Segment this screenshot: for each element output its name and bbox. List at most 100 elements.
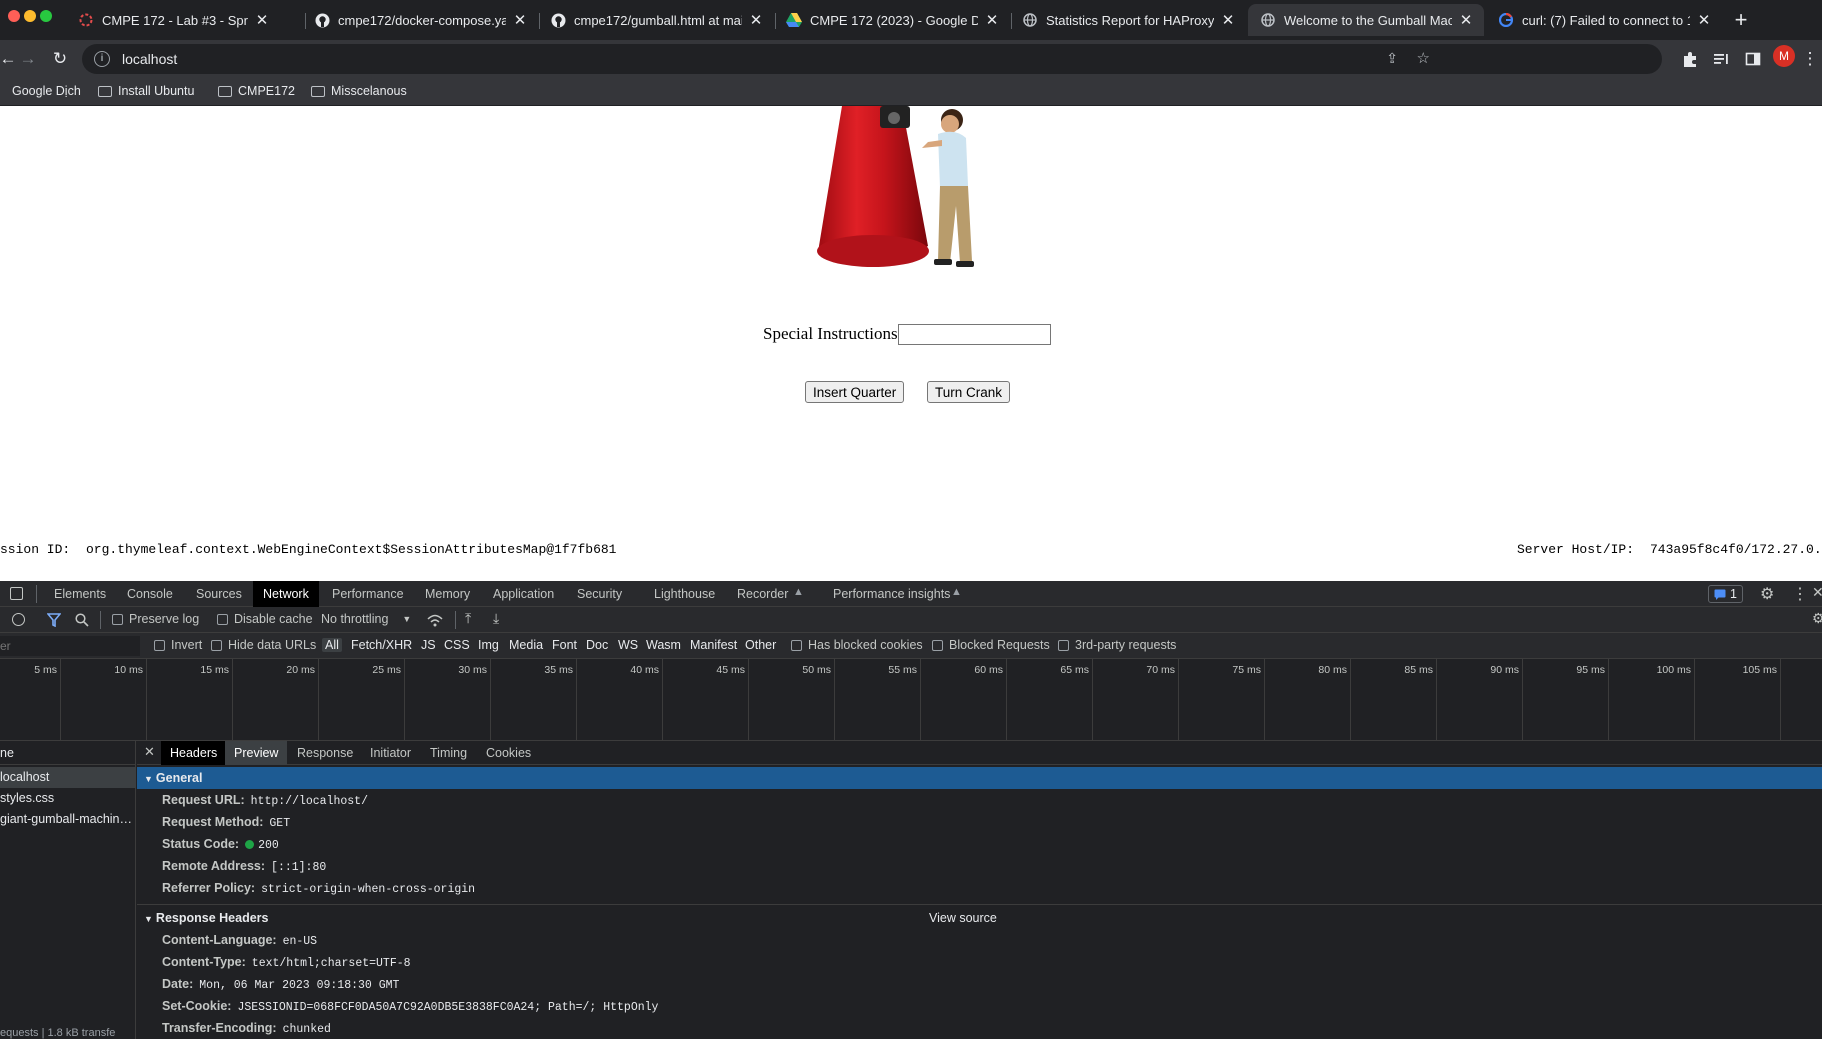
reload-button[interactable]: ↻ [46, 45, 74, 73]
filter-input[interactable] [0, 636, 140, 656]
close-window-button[interactable] [8, 10, 20, 22]
search-icon[interactable] [75, 613, 89, 627]
close-icon[interactable]: ✕ [748, 11, 764, 29]
turn-crank-button[interactable]: Turn Crank [927, 381, 1011, 403]
panel-sources[interactable]: Sources [196, 581, 242, 607]
hide-data-urls-checkbox[interactable]: Hide data URLs [211, 638, 316, 652]
bookmark-star-icon[interactable]: ☆ [1417, 49, 1430, 67]
invert-checkbox[interactable]: Invert [154, 638, 202, 652]
new-tab-button[interactable]: + [1727, 6, 1755, 34]
clear-icon[interactable] [12, 613, 25, 626]
filter-type-fetch-xhr[interactable]: Fetch/XHR [351, 638, 412, 652]
filter-type-wasm[interactable]: Wasm [646, 638, 681, 652]
filter-type-js[interactable]: JS [421, 638, 436, 652]
panel-performance-insights[interactable]: Performance insights [833, 581, 950, 607]
general-section-header[interactable]: ▼ General [137, 767, 1822, 789]
tab-lab3[interactable]: CMPE 172 - Lab #3 - Spring G ✕ [66, 4, 280, 36]
network-overview-timeline[interactable]: 5 ms 10 ms 15 ms 20 ms 25 ms 30 ms 35 ms 40 ms 4… [0, 659, 1822, 741]
filter-type-manifest[interactable]: Manifest [690, 638, 737, 652]
panel-elements[interactable]: Elements [54, 581, 106, 607]
filter-type-media[interactable]: Media [509, 638, 543, 652]
network-conditions-icon[interactable] [427, 613, 443, 627]
disable-cache-checkbox[interactable]: Disable cache [217, 612, 313, 626]
browser-menu-button[interactable]: ⋮ [1796, 45, 1822, 73]
filter-type-img[interactable]: Img [478, 638, 499, 652]
third-party-requests-checkbox[interactable]: 3rd-party requests [1058, 638, 1176, 652]
filter-type-other[interactable]: Other [745, 638, 776, 652]
close-devtools-icon[interactable]: ✕ [1812, 584, 1822, 601]
close-icon[interactable]: ✕ [512, 11, 528, 29]
throttling-select[interactable]: No throttling ▼ [321, 612, 411, 626]
panel-recorder[interactable]: Recorder [737, 581, 788, 607]
tab-docker-compose[interactable]: cmpe172/docker-compose.yar ✕ [302, 4, 538, 36]
has-blocked-cookies-checkbox[interactable]: Has blocked cookies [791, 638, 923, 652]
tab-gumball-html[interactable]: cmpe172/gumball.html at main ✕ [538, 4, 774, 36]
tab-headers[interactable]: Headers [161, 741, 227, 765]
panel-network[interactable]: Network [253, 581, 319, 607]
close-icon[interactable]: ✕ [1220, 11, 1236, 29]
filter-type-font[interactable]: Font [552, 638, 577, 652]
filter-icon[interactable] [47, 613, 61, 627]
minimize-window-button[interactable] [24, 10, 36, 22]
panel-console[interactable]: Console [127, 581, 173, 607]
bookmark-misscelanous[interactable]: Misscelanous [311, 84, 407, 98]
panel-application[interactable]: Application [493, 581, 554, 607]
device-toolbar-icon[interactable] [10, 587, 23, 600]
zoom-window-button[interactable] [40, 10, 52, 22]
bookmark-cmpe172[interactable]: CMPE172 [218, 84, 295, 98]
filter-type-ws[interactable]: WS [618, 638, 638, 652]
timeline-tick-label: 105 ms [1742, 664, 1777, 676]
close-icon[interactable]: ✕ [254, 11, 270, 29]
filter-type-doc[interactable]: Doc [586, 638, 608, 652]
extensions-button[interactable] [1676, 45, 1704, 73]
detail-tabs: ✕ Headers Preview Response Initiator Tim… [137, 741, 1822, 765]
network-settings-icon[interactable]: ⚙ [1812, 610, 1822, 627]
request-row[interactable]: giant-gumball-machin… [0, 809, 136, 830]
panel-memory[interactable]: Memory [425, 581, 470, 607]
side-panel-button[interactable] [1739, 45, 1767, 73]
panel-performance[interactable]: Performance [332, 581, 404, 607]
close-icon[interactable]: ✕ [1458, 11, 1474, 29]
request-row[interactable]: localhost [0, 767, 136, 788]
timeline-gridline [1264, 659, 1265, 741]
profile-avatar[interactable]: M [1773, 45, 1795, 67]
filter-type-css[interactable]: CSS [444, 638, 470, 652]
view-source-link[interactable]: View source [929, 907, 997, 929]
special-instructions-input[interactable] [898, 324, 1051, 345]
site-info-icon[interactable]: i [94, 51, 110, 67]
devtools-menu-icon[interactable]: ⋮ [1792, 584, 1808, 604]
name-column-header[interactable]: ne [0, 741, 136, 765]
insert-quarter-button[interactable]: Insert Quarter [805, 381, 905, 403]
bookmark-google-dich[interactable]: Google Dịch [12, 84, 81, 98]
preserve-log-checkbox[interactable]: Preserve log [112, 612, 199, 626]
settings-gear-icon[interactable]: ⚙ [1760, 584, 1774, 604]
address-text[interactable]: localhost [122, 51, 177, 67]
bookmark-install-ubuntu[interactable]: Install Ubuntu [98, 84, 194, 98]
export-har-icon[interactable]: ⤓ [493, 610, 499, 627]
share-icon[interactable]: ⇪ [1386, 50, 1398, 67]
close-icon[interactable]: ✕ [1696, 11, 1712, 29]
close-icon[interactable]: ✕ [984, 11, 1000, 29]
tab-timing[interactable]: Timing [421, 741, 476, 765]
tab-haproxy-stats[interactable]: Statistics Report for HAProxy ✕ [1010, 4, 1246, 36]
panel-security[interactable]: Security [577, 581, 622, 607]
tab-initiator[interactable]: Initiator [361, 741, 420, 765]
timeline-gridline [920, 659, 921, 741]
reading-list-button[interactable] [1707, 45, 1735, 73]
filter-type-all[interactable]: All [322, 638, 342, 652]
request-row[interactable]: styles.css [0, 788, 136, 809]
tab-response[interactable]: Response [288, 741, 362, 765]
address-bar[interactable]: i localhost ⇪ ☆ [82, 44, 1662, 74]
tab-google-drive[interactable]: CMPE 172 (2023) - Google Dri ✕ [774, 4, 1010, 36]
import-har-icon[interactable]: ⤒ [465, 610, 471, 627]
tab-title: Welcome to the Gumball Mach [1284, 12, 1452, 28]
issues-badge[interactable]: 1 [1708, 585, 1743, 603]
tab-curl-error[interactable]: curl: (7) Failed to connect to 1 ✕ [1486, 4, 1722, 36]
tab-gumball-machine-active[interactable]: Welcome to the Gumball Mach ✕ [1248, 4, 1484, 36]
forward-button[interactable]: → [14, 45, 42, 73]
blocked-requests-checkbox[interactable]: Blocked Requests [932, 638, 1050, 652]
close-details-icon[interactable]: ✕ [144, 744, 155, 760]
panel-lighthouse[interactable]: Lighthouse [654, 581, 715, 607]
tab-cookies[interactable]: Cookies [477, 741, 540, 765]
tab-preview[interactable]: Preview [225, 741, 288, 765]
